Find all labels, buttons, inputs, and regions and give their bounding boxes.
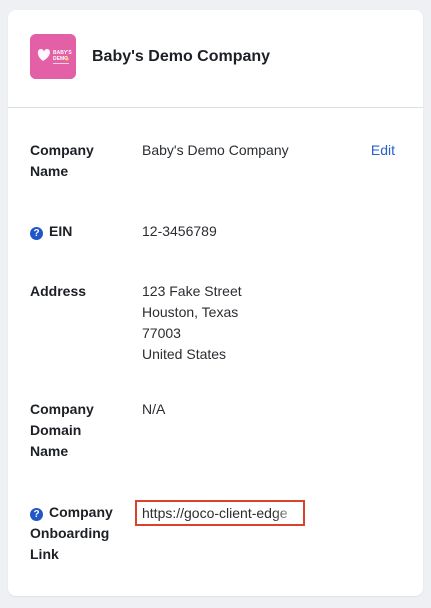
- domain-label-line2: Domain: [30, 422, 82, 438]
- domain-value: N/A: [142, 401, 166, 417]
- domain-label-line1: Company: [30, 401, 94, 417]
- onboarding-link-value: https://goco-client-edge: [142, 505, 288, 521]
- domain-label-line3: Name: [30, 443, 69, 459]
- text-fade-overlay: [273, 502, 303, 524]
- onboarding-label-line3: Link: [30, 546, 59, 562]
- address-value: 123 Fake Street Houston, Texas 77003 Uni…: [142, 281, 242, 365]
- company-name-label-line1: Company: [30, 142, 94, 158]
- address-line-4: United States: [142, 346, 227, 362]
- address-line-2: Houston, Texas: [142, 304, 239, 320]
- onboarding-label-line1: Company: [49, 504, 113, 520]
- question-circle-icon[interactable]: ?: [30, 227, 43, 240]
- company-name-value: Baby's Demo Company: [142, 142, 289, 158]
- domain-label: Company Domain Name: [30, 399, 130, 462]
- ein-label: ? EIN: [30, 221, 130, 242]
- onboarding-link-label: ? Company Onboarding Link: [30, 502, 140, 565]
- question-circle-icon[interactable]: ?: [30, 508, 43, 521]
- address-line-3: 77003: [142, 325, 181, 341]
- card-header: BABY'S DEMO Baby's Demo Company: [8, 10, 423, 108]
- company-title: Baby's Demo Company: [92, 48, 271, 65]
- ein-value: 12-3456789: [142, 223, 217, 239]
- address-label: Address: [30, 283, 87, 299]
- address-line-1: 123 Fake Street: [142, 283, 242, 299]
- ein-label-text: EIN: [49, 223, 73, 239]
- onboarding-label-line2: Onboarding: [30, 525, 110, 541]
- company-details-card: BABY'S DEMO Baby's Demo Company Company …: [8, 10, 423, 596]
- edit-link[interactable]: Edit: [371, 140, 395, 161]
- company-name-label-line2: Name: [30, 163, 69, 179]
- onboarding-link-field[interactable]: https://goco-client-edge: [135, 500, 305, 526]
- company-name-label: Company Name: [30, 140, 130, 182]
- company-logo: BABY'S DEMO: [30, 34, 76, 79]
